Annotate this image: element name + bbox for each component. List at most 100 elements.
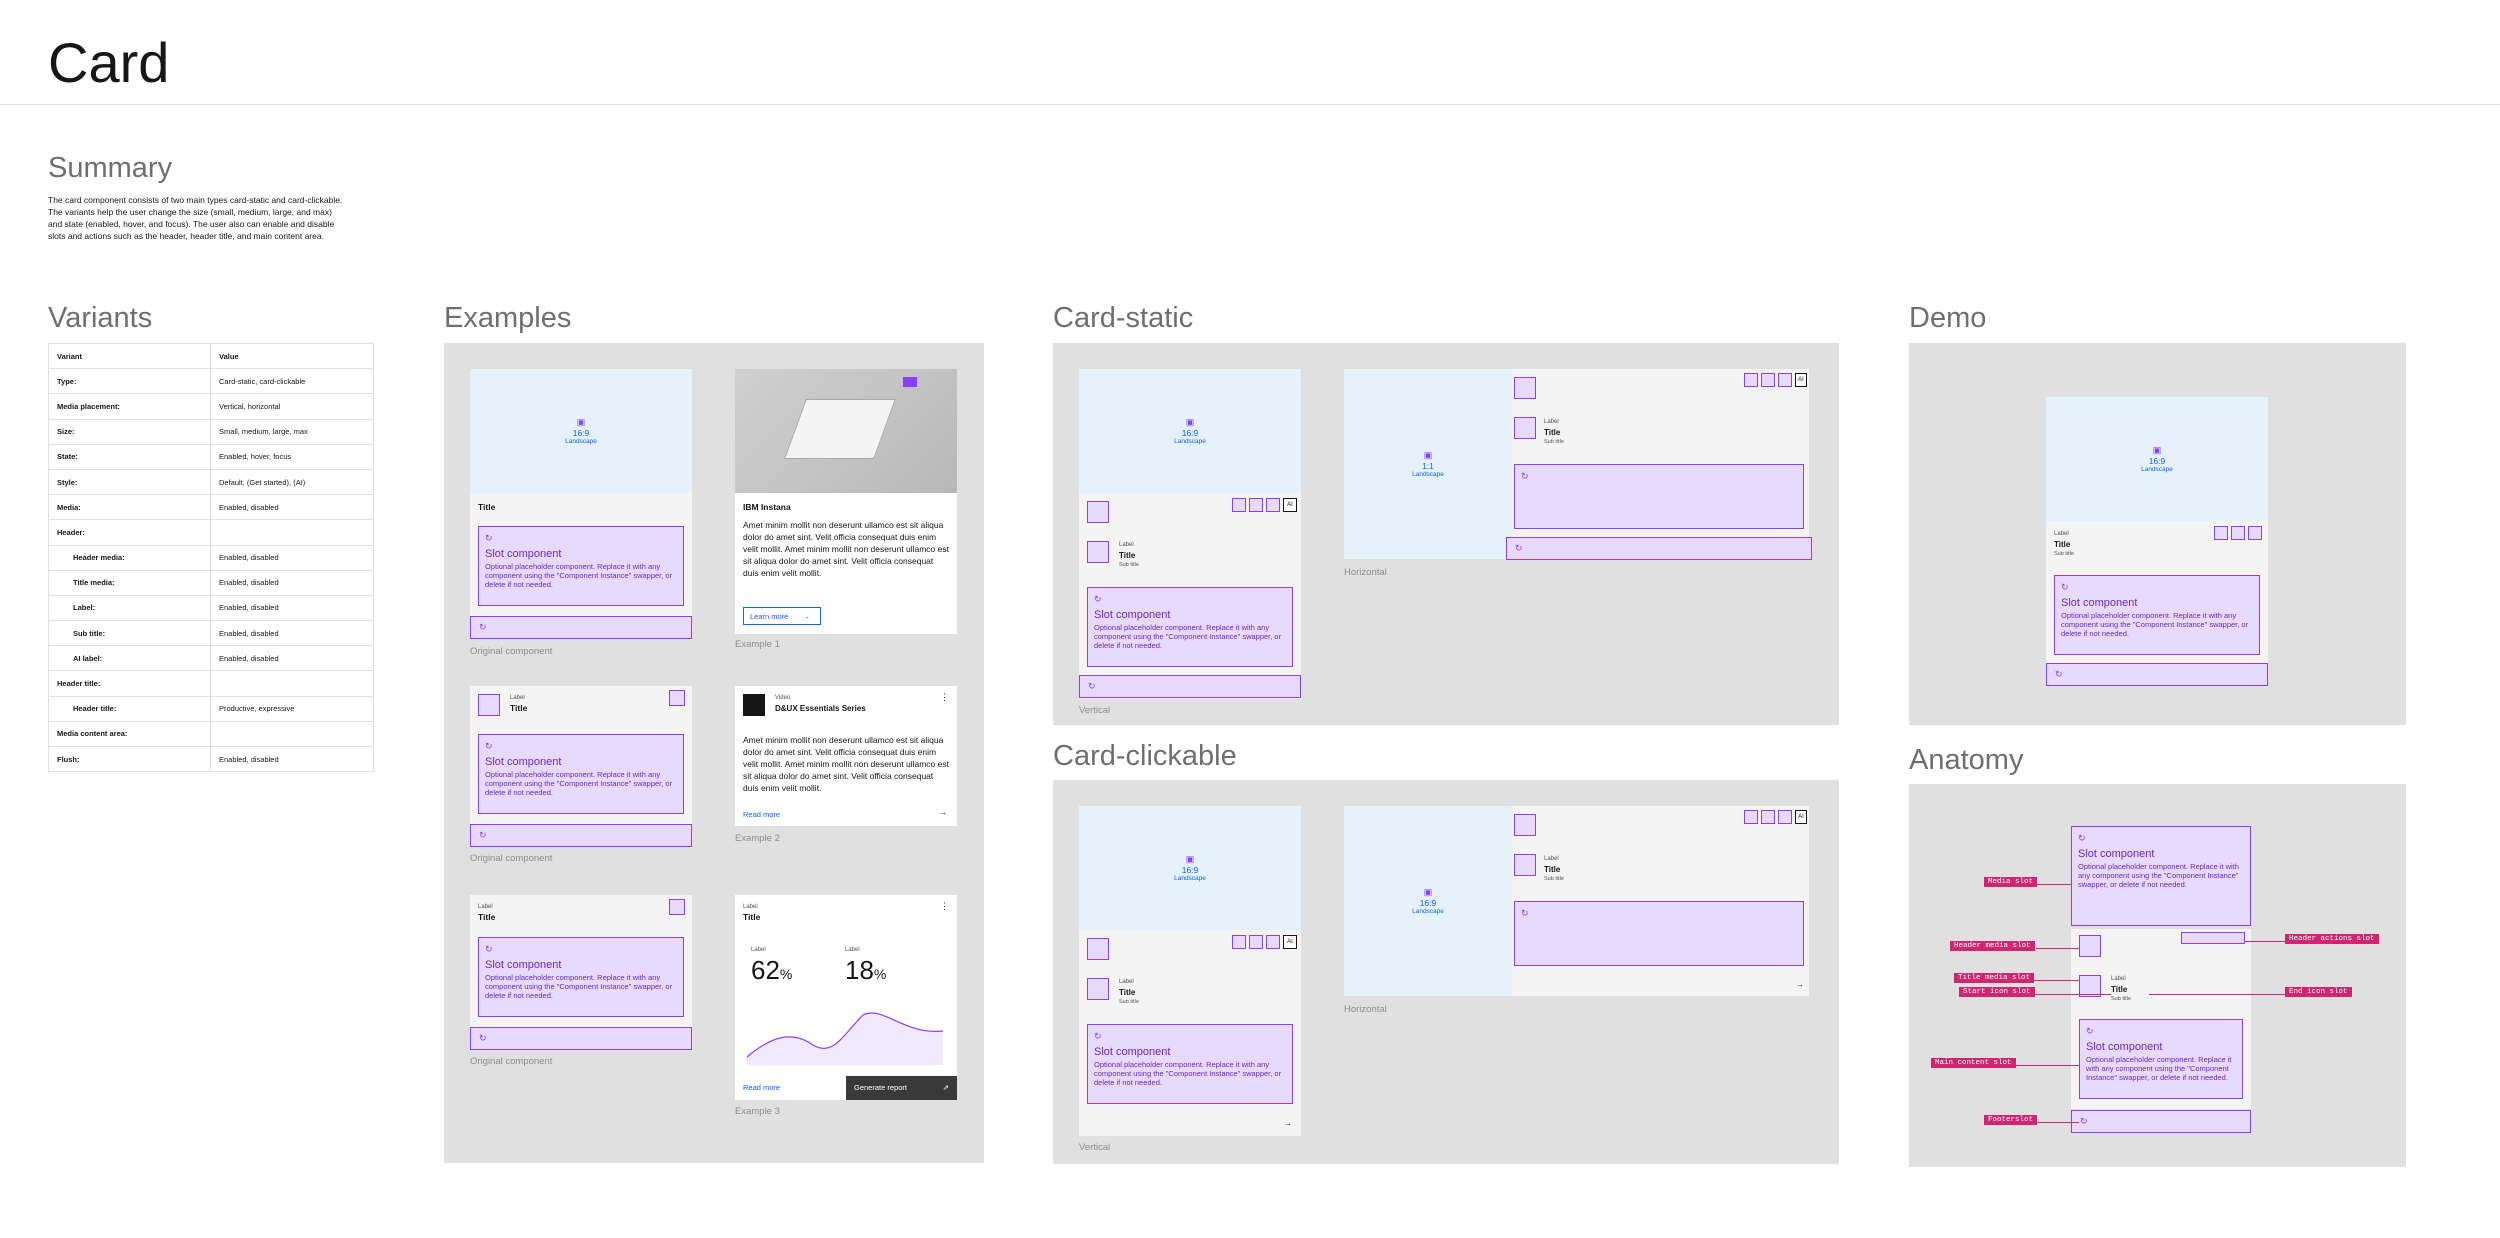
tag-end-icon-slot: End icon slot xyxy=(2285,987,2352,997)
card-clickable-panel: ▣ 16:9 Landscape AI Label Title Sub title … xyxy=(1053,780,1839,1164)
ai-label[interactable]: AI xyxy=(1795,810,1807,824)
label: Label xyxy=(1119,542,1134,548)
slot-component: ↻ Slot component Optional placeholder comp… xyxy=(478,526,684,606)
table-row: AI label: Enabled, disabled xyxy=(48,645,374,672)
caption: Vertical xyxy=(1079,1142,1111,1153)
caption: Original component xyxy=(470,646,553,657)
read-more-link[interactable]: Read more xyxy=(743,810,780,819)
table-row: Header media: Enabled, disabled xyxy=(48,544,374,571)
caption: Example 2 xyxy=(735,833,780,844)
variant-cell: Media: xyxy=(48,494,211,521)
label: Label xyxy=(743,904,758,910)
card-body: Amet minim mollit non deserunt ullamco e… xyxy=(743,735,949,793)
caption: Original component xyxy=(470,1056,553,1067)
card-title: Title xyxy=(1119,551,1136,560)
variant-cell: Media placement: xyxy=(48,393,211,420)
variants-table: Variant Value Type: Card-static, card-click… xyxy=(48,342,374,773)
card-original-2[interactable]: Label Title ↻ Slot component Optional plac… xyxy=(470,686,692,836)
variant-cell: Header title: xyxy=(48,670,211,697)
card-body: Amet minim mollit non deserunt ullamco e… xyxy=(743,520,949,578)
card-example-1[interactable]: IBM Instana Amet minim mollit non deseru… xyxy=(735,369,957,634)
clickable-vertical-card[interactable]: ▣ 16:9 Landscape AI Label Title Sub title … xyxy=(1079,806,1301,1136)
ai-label[interactable]: AI xyxy=(1283,935,1297,949)
value-cell: Enabled, disabled xyxy=(210,569,374,596)
card-example-3[interactable]: Label Title ⋮ Label 62% Label 18% Read m… xyxy=(735,895,957,1100)
ai-label[interactable]: AI xyxy=(1795,373,1807,387)
swap-icon: ↻ xyxy=(479,622,487,632)
card-original-3[interactable]: Label Title ↻ Slot component Optional plac… xyxy=(470,895,692,1030)
table-row: Header title: xyxy=(48,670,374,697)
summary-heading: Summary xyxy=(48,152,173,184)
action-slot xyxy=(1232,498,1246,512)
learn-more-button[interactable]: Learn more → xyxy=(743,607,821,625)
table-row: Media placement: Vertical, horizontal xyxy=(48,393,374,420)
ai-label[interactable]: AI xyxy=(1283,498,1297,512)
card-example-2[interactable]: Video D&UX Essentials Series ⋮ Amet mini… xyxy=(735,686,957,826)
table-row: Flush: Enabled, disabled xyxy=(48,745,374,773)
variant-cell: Title media: xyxy=(48,569,211,596)
card-original-1[interactable]: ▣ 16:9 Landscape Title ↻ Slot component Opti… xyxy=(470,369,692,634)
arrow-right-icon[interactable]: → xyxy=(1284,1119,1292,1128)
variant-cell: Header title: xyxy=(48,695,211,722)
tag-start-icon-slot: Start icon slot xyxy=(1959,987,2035,997)
value-cell: Enabled, disabled xyxy=(210,745,374,773)
caption: Horizontal xyxy=(1344,567,1387,578)
examples-heading: Examples xyxy=(444,302,572,334)
value-cell xyxy=(210,720,374,748)
variant-cell: Sub title: xyxy=(48,620,211,647)
product-image xyxy=(735,369,957,493)
demo-card[interactable]: ▣ 16:9 Landscape Label Title Sub title ↻ Sl… xyxy=(2046,397,2268,667)
value-cell: Enabled, disabled xyxy=(210,544,374,571)
card-title: Title xyxy=(743,912,761,922)
action-slot xyxy=(669,690,685,706)
variant-cell: Flush: xyxy=(48,745,211,773)
anatomy-heading: Anatomy xyxy=(1909,744,2024,776)
variant-cell: Header: xyxy=(48,519,211,546)
table-row: Type: Card-static, card-clickable xyxy=(48,368,374,395)
arrow-right-icon[interactable]: → xyxy=(939,808,947,817)
value-cell xyxy=(210,519,374,546)
media-slot: ↻ Slot component Optional placeholder comp… xyxy=(2071,826,2251,926)
stat-value: 62% xyxy=(751,955,793,985)
tag-title-media-slot: Title media slot xyxy=(1954,973,2035,983)
slot-component: ↻ Slot component Optional placeholder comp… xyxy=(478,937,684,1017)
footer-slot: ↻ xyxy=(1506,537,1812,560)
static-horizontal-card[interactable]: ▣ 1:1 Landscape AI Label Title Sub title ↻ xyxy=(1344,369,1809,559)
header-media-slot xyxy=(478,694,500,716)
value-cell: Enabled, disabled xyxy=(210,494,374,521)
table-row: Header title: Productive, expressive xyxy=(48,695,374,722)
caption: Original component xyxy=(470,853,553,864)
tag-footer-slot: Footerslot xyxy=(1984,1115,2038,1125)
card-static-panel: ▣ 16:9 Landscape AI Label Title Sub title … xyxy=(1053,343,1839,725)
table-row: Title media: Enabled, disabled xyxy=(48,569,374,596)
variant-cell: Label: xyxy=(48,594,211,622)
image-icon: ▣ xyxy=(576,417,586,427)
table-row: Header: xyxy=(48,519,374,546)
value-cell: Vertical, horizontal xyxy=(210,393,374,420)
value-cell: Enabled, disabled xyxy=(210,620,374,647)
tag-header-media-slot: Header media slot xyxy=(1950,941,2035,951)
col-variant: Variant xyxy=(48,342,211,370)
anatomy-panel: ↻ Slot component Optional placeholder comp… xyxy=(1909,784,2406,1167)
generate-report-button[interactable]: Generate report ⇗ xyxy=(846,1076,957,1100)
variant-cell: Size: xyxy=(48,418,211,445)
read-more-link[interactable]: Read more xyxy=(743,1083,780,1092)
value-cell: Enabled, disabled xyxy=(210,645,374,672)
title-media-slot xyxy=(1087,541,1109,563)
arrow-right-icon[interactable]: → xyxy=(1796,980,1804,989)
overflow-menu-icon[interactable]: ⋮ xyxy=(940,901,949,912)
summary-text: The card component consists of two main … xyxy=(48,195,343,241)
overflow-menu-icon[interactable]: ⋮ xyxy=(940,692,949,703)
value-cell: Productive, expressive xyxy=(210,695,374,722)
card-clickable-heading: Card-clickable xyxy=(1053,740,1237,772)
tag-header-actions-slot: Header actions slot xyxy=(2285,934,2379,944)
action-slot xyxy=(1249,498,1263,512)
examples-panel: ▣ 16:9 Landscape Title ↻ Slot component Opti… xyxy=(444,343,984,1163)
card-title: Title xyxy=(510,703,528,713)
clickable-horizontal-card[interactable]: ▣ 16:9 Landscape AI Label Title Sub title … xyxy=(1344,806,1809,996)
static-vertical-card[interactable]: ▣ 16:9 Landscape AI Label Title Sub title … xyxy=(1079,369,1301,699)
value-cell: Enabled, disabled xyxy=(210,594,374,622)
sparkline-chart xyxy=(746,1012,944,1065)
value-cell: Enabled, hover, focus xyxy=(210,443,374,470)
footer-slot: ↻ xyxy=(470,1027,692,1050)
